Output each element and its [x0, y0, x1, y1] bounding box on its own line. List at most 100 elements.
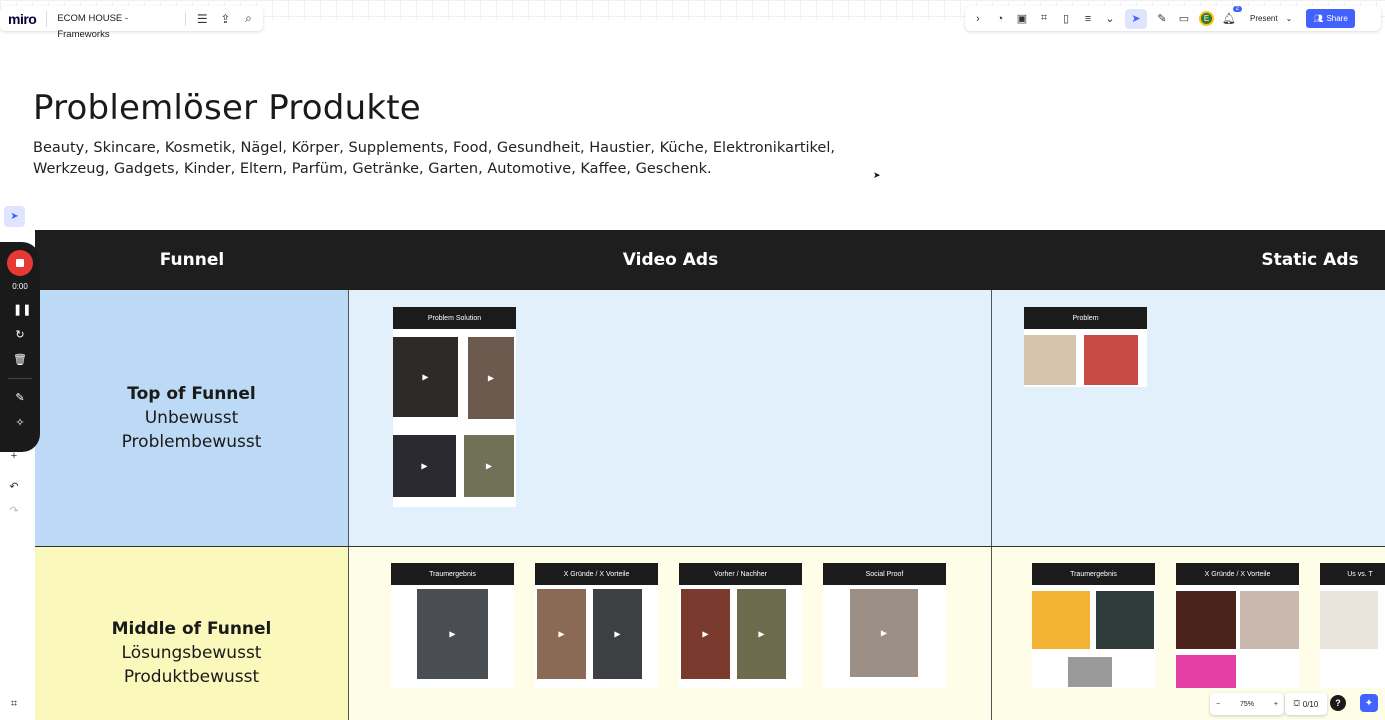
video-thumbnail[interactable]: ▶	[464, 435, 514, 497]
frame-title: Problem Solution	[393, 307, 516, 329]
board-heading: Problemlöser Produkte	[33, 88, 421, 128]
static-frame-board[interactable]: Problem	[1024, 307, 1147, 387]
ad-image[interactable]	[1024, 335, 1076, 385]
share-button[interactable]: 👥︎ Share	[1306, 9, 1355, 28]
ai-assist-icon[interactable]: ✦	[1360, 694, 1378, 712]
video-frame-board[interactable]: Social Proof ▶	[823, 563, 946, 688]
divider	[184, 11, 186, 26]
frame-title: X Gründe / X Vorteile	[535, 563, 658, 585]
frame-title: Problem	[1024, 307, 1147, 329]
play-icon: ▶	[702, 629, 709, 639]
voting-icon[interactable]: ▯	[1059, 12, 1073, 26]
play-icon: ▶	[880, 628, 888, 638]
ad-image[interactable]	[1096, 591, 1154, 649]
ad-image[interactable]	[1320, 591, 1378, 649]
pen-icon[interactable]: ✎	[13, 391, 27, 404]
chevron-down-icon[interactable]: ⌄	[1103, 12, 1117, 26]
play-icon: ▶	[487, 373, 495, 383]
miro-canvas[interactable]: miro ECOM HOUSE - Frameworks ☰ ⇪ ⌕ › ◔ ▣…	[0, 0, 1385, 720]
play-icon: ▶	[485, 461, 493, 471]
present-button[interactable]: Present ⌄	[1244, 10, 1298, 27]
document-icon[interactable]: ≡	[1081, 12, 1095, 26]
trash-icon[interactable]: 🗑︎	[13, 353, 27, 366]
funnel-stage-title: Top of Funnel	[127, 384, 256, 404]
reactions-icon[interactable]: ✎	[1155, 12, 1169, 26]
funnel-cell-middle: Middle of Funnel Lösungsbewusst Produktb…	[35, 547, 349, 720]
ad-image[interactable]	[1068, 657, 1112, 687]
restart-icon[interactable]: ↻	[13, 328, 27, 341]
funnel-stage-line: Produktbewusst	[123, 667, 260, 687]
ad-image[interactable]	[1032, 591, 1090, 649]
table-row: Top of Funnel Unbewusst Problembewusst P…	[35, 290, 1385, 547]
redo-icon[interactable]: ↷	[5, 502, 23, 518]
select-tool-button[interactable]: ➤	[4, 206, 25, 227]
play-icon: ▶	[422, 372, 429, 382]
video-thumbnail[interactable]: ▶	[737, 589, 786, 679]
video-thumbnail[interactable]: ▶	[417, 589, 488, 679]
play-icon: ▶	[758, 629, 765, 639]
users-icon: 👥︎	[1313, 14, 1324, 23]
ad-image[interactable]	[1176, 655, 1236, 688]
video-frame-board[interactable]: Vorher / Nachher ▶ ▶	[679, 563, 802, 688]
board-title[interactable]: ECOM HOUSE - Frameworks	[46, 10, 174, 40]
zoom-in-icon[interactable]: +	[1274, 701, 1278, 708]
video-frame-board[interactable]: Traumergebnis ▶	[391, 563, 514, 688]
search-icon[interactable]: ⌕	[242, 11, 255, 26]
cursor-icon: ➤	[1131, 13, 1141, 25]
undo-icon[interactable]: ↶	[5, 478, 23, 494]
static-frame-board[interactable]: X Gründe / X Vorteile	[1176, 563, 1299, 688]
menu-icon[interactable]: ☰	[196, 12, 209, 26]
zoom-out-icon[interactable]: −	[1216, 701, 1220, 708]
chevron-right-icon[interactable]: ›	[971, 12, 985, 26]
frame-tool-icon[interactable]: ⌗	[5, 696, 23, 712]
sticky-note-icon[interactable]: ▣	[1015, 12, 1029, 26]
zoom-level[interactable]: 75%	[1240, 701, 1254, 708]
video-frame-board[interactable]: Problem Solution ▶ ▶ ▶ ▶	[393, 307, 516, 507]
table-header: Funnel Video Ads Static Ads	[35, 230, 1385, 290]
static-ads-cell-top: Problem	[992, 290, 1385, 546]
plus-icon[interactable]: +	[5, 448, 23, 464]
focus-icon[interactable]: ⌗	[1037, 12, 1051, 26]
play-icon: ▶	[421, 461, 428, 471]
avatar[interactable]: E	[1199, 11, 1214, 26]
funnel-cell-top: Top of Funnel Unbewusst Problembewusst	[35, 290, 349, 546]
export-icon[interactable]: ⇪	[219, 12, 232, 26]
ad-image[interactable]	[1176, 591, 1236, 649]
video-thumbnail[interactable]: ▶	[393, 435, 456, 497]
ad-image[interactable]	[1084, 335, 1138, 385]
select-cursor-button[interactable]: ➤	[1125, 8, 1147, 29]
frame-title: Traumergebnis	[391, 563, 514, 585]
stop-recording-button[interactable]	[7, 250, 33, 276]
video-ads-cell-middle: Traumergebnis ▶ X Gründe / X Vorteile ▶ …	[349, 547, 992, 720]
comment-icon[interactable]: ▭	[1177, 12, 1191, 26]
play-icon: ▶	[449, 629, 456, 639]
pause-icon[interactable]: ❚❚	[13, 303, 31, 316]
static-frame-board[interactable]: Us vs. T	[1320, 563, 1385, 688]
table-row: Middle of Funnel Lösungsbewusst Produktb…	[35, 547, 1385, 720]
funnel-stage-line: Unbewusst	[144, 408, 239, 428]
zoom-control: − 75% +	[1210, 693, 1284, 715]
funnel-stage-title: Middle of Funnel	[111, 619, 272, 639]
timer-icon[interactable]: ◔	[993, 12, 1007, 26]
sparkle-icon[interactable]: ✧	[13, 416, 27, 429]
chevron-down-icon: ⌄	[1285, 14, 1293, 23]
help-icon[interactable]: ?	[1330, 695, 1346, 711]
bell-icon[interactable]: 🔔︎ 2	[1222, 5, 1242, 26]
play-icon: ▶	[558, 629, 565, 639]
video-thumbnail[interactable]: ▶	[681, 589, 730, 679]
video-thumbnail[interactable]: ▶	[393, 337, 458, 417]
miro-logo[interactable]: miro	[8, 11, 37, 27]
static-frame-board[interactable]: Traumergebnis	[1032, 563, 1155, 688]
top-right-toolbar: › ◔ ▣ ⌗ ▯ ≡ ⌄ ➤ ✎ ▭ E 🔔︎ 2 Present ⌄ 👥︎ Sha…	[965, 5, 1381, 31]
video-thumbnail[interactable]: ▶	[850, 589, 918, 677]
notification-badge: 2	[1232, 5, 1242, 12]
video-frame-board[interactable]: X Gründe / X Vorteile ▶ ▶	[535, 563, 658, 688]
frame-title: Vorher / Nachher	[679, 563, 802, 585]
frames-counter-button[interactable]: ⛋ 0/10	[1285, 693, 1327, 715]
video-thumbnail[interactable]: ▶	[537, 589, 586, 679]
frames-counter: 0/10	[1302, 699, 1319, 709]
video-thumbnail[interactable]: ▶	[468, 337, 514, 419]
ad-image[interactable]	[1240, 591, 1299, 649]
video-thumbnail[interactable]: ▶	[593, 589, 642, 679]
stop-icon	[16, 259, 24, 267]
